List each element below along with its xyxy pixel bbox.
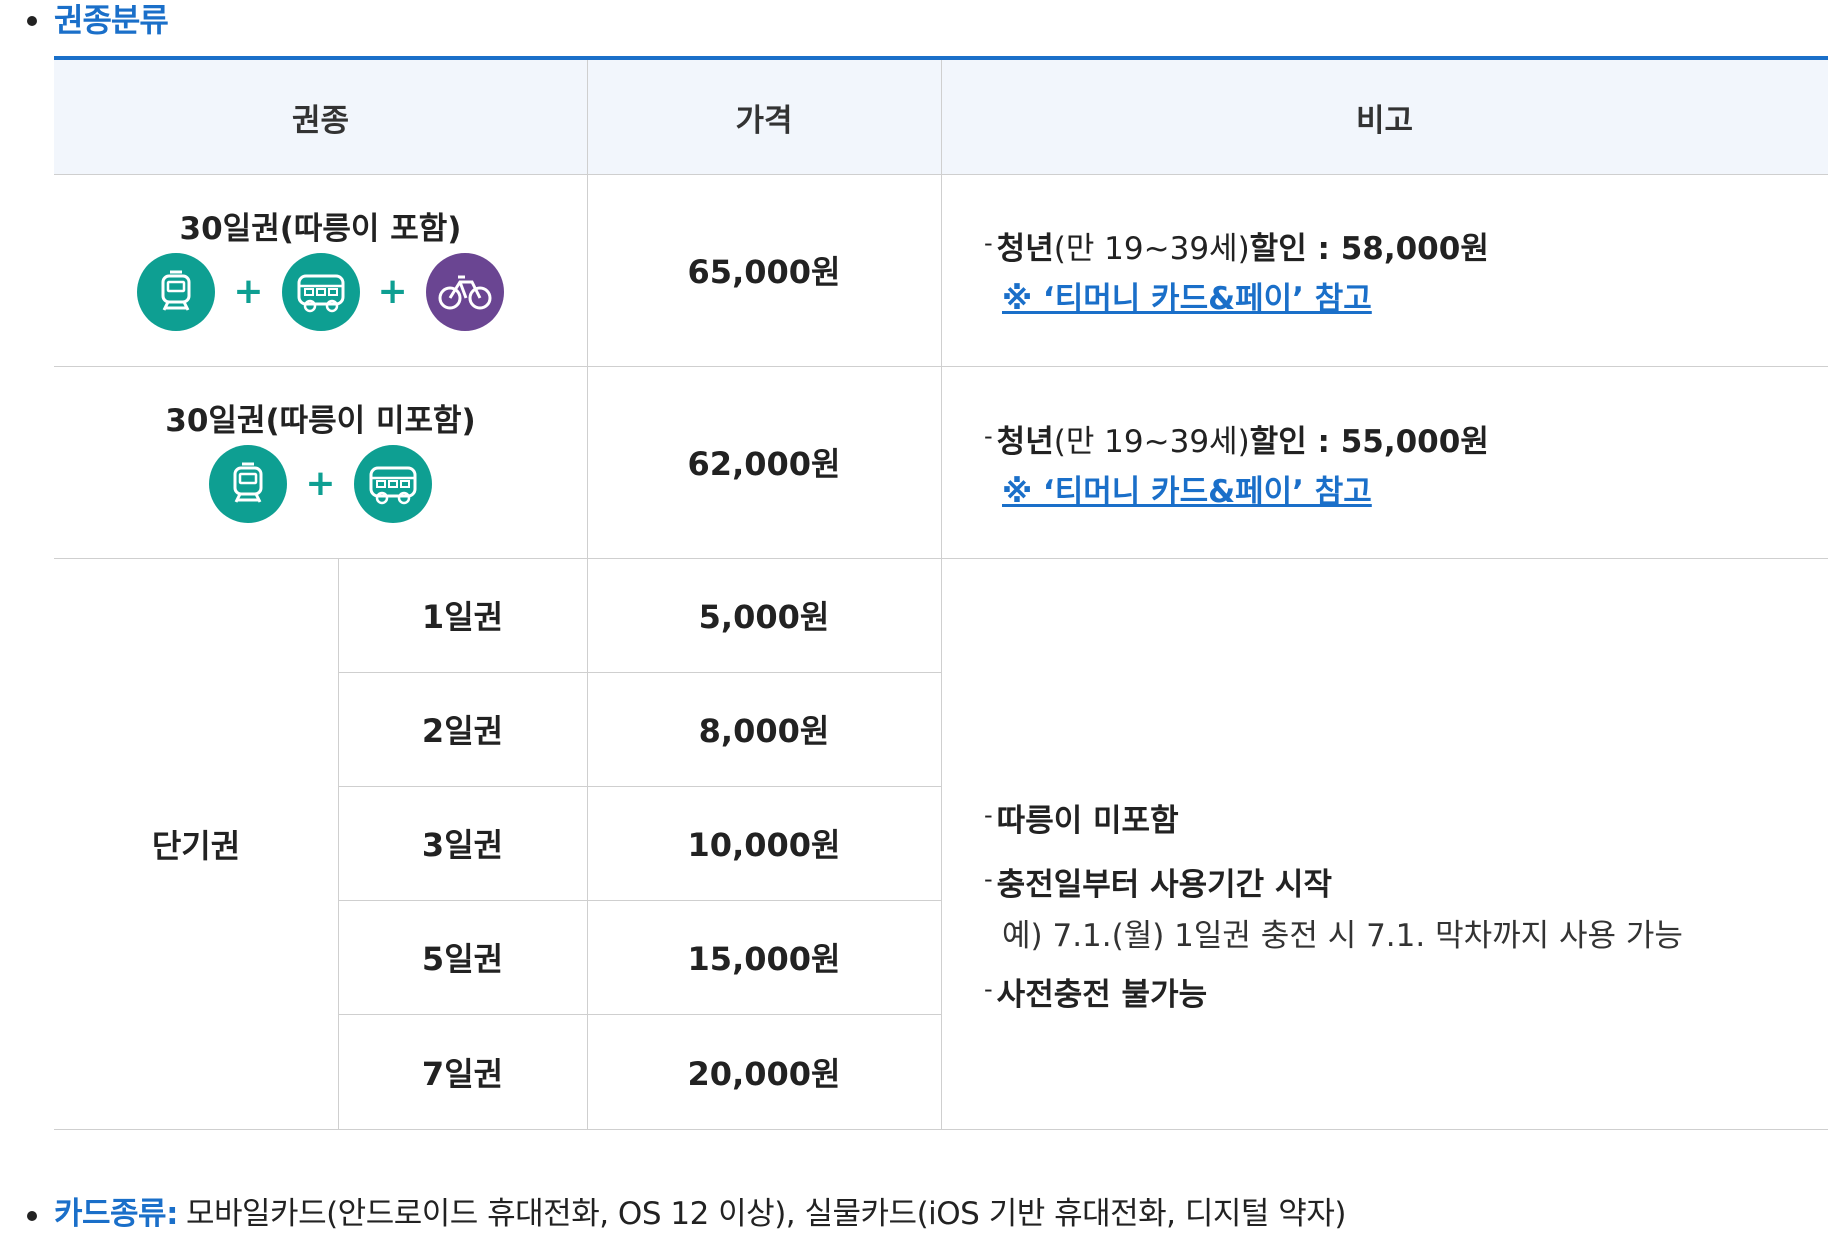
table-row-3day-price: 10,000원 (587, 786, 941, 900)
header-type-label: 권종 (291, 102, 350, 139)
transport-icons: + + (137, 253, 504, 331)
plus-icon: + (305, 463, 336, 504)
column-divider (941, 60, 942, 1129)
note-age-range: (만 19~39세) (1053, 424, 1250, 460)
note-start-on-charge: 충전일부터 사용기간 시작 (996, 867, 1332, 903)
table-row-30day-nobike-name: 30일권(따릉이 미포함) + (54, 366, 587, 558)
pass-name: 30일권(따릉이 미포함) (165, 403, 476, 439)
pass-name: 1일권 (421, 598, 504, 636)
card-types-value: 모바일카드(안드로이드 휴대전화, OS 12 이상), 실물카드(iOS 기반… (185, 1196, 1346, 1232)
short-term-group-cell: 단기권 (54, 558, 338, 1129)
dash-marker: - (984, 229, 993, 257)
price-value: 8,000원 (698, 712, 830, 750)
dash-marker: - (984, 801, 993, 829)
card-types-line: 카드종류: 모바일카드(안드로이드 휴대전화, OS 12 이상), 실물카드(i… (54, 1194, 1346, 1234)
table-row-30day-bike-note: - 청년(만 19~39세)할인 : 58,000원 ※ ‘티머니 카드&페이’ … (984, 218, 1489, 324)
table-row-2day-price: 8,000원 (587, 672, 941, 786)
note-no-precharge: 사전충전 불가능 (996, 977, 1208, 1013)
note-prefix: 청년 (996, 424, 1054, 460)
price-value: 10,000원 (687, 826, 841, 864)
header-note-label: 비고 (1355, 102, 1414, 139)
pass-name: 2일권 (421, 712, 504, 750)
pass-name: 3일권 (421, 826, 504, 864)
table-row-7day-name: 7일권 (338, 1014, 587, 1129)
pass-name: 30일권(따릉이 포함) (179, 211, 462, 247)
dash-marker: - (984, 975, 993, 1003)
header-price-label: 가격 (735, 102, 793, 139)
header-cell-note: 비고 (941, 60, 1828, 174)
pass-name: 5일권 (421, 940, 504, 978)
plus-icon: + (377, 271, 408, 312)
dash-marker: - (984, 865, 993, 893)
transport-icons: + (209, 445, 432, 523)
note-prefix: 청년 (996, 231, 1054, 267)
table-row-3day-name: 3일권 (338, 786, 587, 900)
table-row-1day-price: 5,000원 (587, 558, 941, 672)
table-row-5day-name: 5일권 (338, 900, 587, 1014)
table-row-5day-price: 15,000원 (587, 900, 941, 1014)
note-example: 예) 7.1.(월) 1일권 충전 시 7.1. 막차까지 사용 가능 (1002, 918, 1683, 954)
note-age-range: (만 19~39세) (1053, 231, 1250, 267)
dash-marker: - (984, 422, 993, 450)
table-row-7day-price: 20,000원 (587, 1014, 941, 1129)
table-bottom-border (54, 1129, 1828, 1130)
tmoney-reference-link[interactable]: ※ ‘티머니 카드&페이’ 참고 (1002, 281, 1372, 317)
table-row-30day-bike-price: 65,000원 (587, 174, 941, 366)
price-value: 5,000원 (698, 598, 830, 636)
bus-icon (353, 445, 432, 523)
note-discount: 할인 : 55,000원 (1249, 424, 1489, 460)
short-term-group-label: 단기권 (151, 826, 241, 865)
bus-icon (281, 253, 360, 331)
price-value: 15,000원 (687, 940, 841, 978)
price-value: 20,000원 (687, 1054, 841, 1093)
table-row-2day-name: 2일권 (338, 672, 587, 786)
note-discount: 할인 : 58,000원 (1249, 231, 1489, 267)
section-bullet (27, 16, 37, 26)
price-value: 65,000원 (687, 253, 841, 291)
table-row-1day-name: 1일권 (338, 558, 587, 672)
table-row-30day-nobike-price: 62,000원 (587, 366, 941, 558)
subway-icon (209, 445, 288, 523)
card-types-label: 카드종류: (54, 1196, 178, 1232)
pass-table: 권종 가격 비고 30일권(따릉이 포함) + + 65,000원 - 청년(만… (54, 56, 1828, 1133)
section-title: 권종분류 (54, 1, 169, 39)
short-term-notes: - 따릉이 미포함 - 충전일부터 사용기간 시작 예) 7.1.(월) 1일권 충… (984, 786, 1683, 1026)
tmoney-reference-link[interactable]: ※ ‘티머니 카드&페이’ 참고 (1002, 474, 1372, 510)
note-no-bike: 따릉이 미포함 (996, 803, 1179, 839)
header-cell-type: 권종 (54, 60, 587, 174)
bicycle-icon (425, 253, 504, 331)
price-value: 62,000원 (687, 445, 841, 483)
card-types-bullet (27, 1211, 37, 1221)
subway-icon (137, 253, 216, 331)
header-cell-price: 가격 (587, 60, 941, 174)
plus-icon: + (233, 271, 264, 312)
table-row-30day-nobike-note: - 청년(만 19~39세)할인 : 55,000원 ※ ‘티머니 카드&페이’ … (984, 411, 1489, 517)
pass-name: 7일권 (421, 1054, 504, 1093)
table-row-30day-bike-name: 30일권(따릉이 포함) + + (54, 174, 587, 366)
